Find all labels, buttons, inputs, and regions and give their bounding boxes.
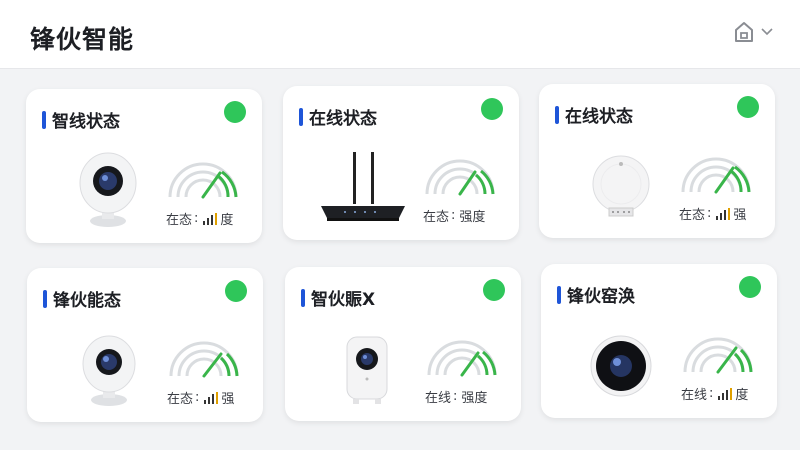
device-card[interactable]: 在线状态 在态: 强度 [283,86,519,240]
card-title: 在线状态 [555,102,633,127]
card-title: 锋伙能态 [43,286,121,311]
title-accent-bar [555,105,559,124]
status-value: 强 [733,208,747,223]
signal-gauge [169,341,239,378]
card-title: 在线状态 [299,104,377,129]
title-accent-bar [42,110,46,129]
chevron-down-icon [761,28,773,36]
signal-bars-icon [716,207,731,220]
home-icon [735,22,753,42]
page-title: 锋伙智能 [30,25,135,54]
connection-status: 在态: 强 [679,206,747,223]
card-title: 锋伙窑涣 [557,282,635,307]
connection-status: 在态: 度 [166,211,234,228]
status-value: 度 [735,388,749,403]
title-accent-bar [43,289,47,308]
status-label: 在线 [425,391,452,406]
status-label: 在态 [423,210,450,225]
status-value: 度 [220,213,234,228]
status-label: 在线 [681,388,708,403]
title-accent-bar [299,107,303,126]
signal-gauge [683,337,753,374]
title-accent-bar [301,288,305,307]
router-image [321,152,405,221]
status-value: 强度 [461,391,488,406]
camera-image [82,335,136,406]
card-title-text: 锋伙窑涣 [567,287,635,307]
online-status-dot [739,276,761,298]
app-header: 锋伙智能 [0,0,800,69]
camera-image [79,152,137,227]
device-card[interactable]: 锋伙能态 在态: 强 [27,268,263,422]
card-title-text: 在线状态 [565,107,633,127]
status-label: 在态 [167,392,194,407]
status-label: 在态 [166,213,193,228]
card-title: 智线状态 [42,107,120,132]
title-accent-bar [557,285,561,304]
signal-gauge [425,159,495,196]
sensor-image [592,155,650,217]
online-status-dot [483,279,505,301]
status-value: 强度 [459,210,486,225]
device-card[interactable]: 锋伙窑涣 在线: 度 [541,264,777,418]
status-value: 强 [221,392,235,407]
card-title-text: 智线状态 [52,112,120,132]
connection-status: 在态: 强 [167,390,235,407]
connection-status: 在线: 度 [681,386,749,403]
connection-status: 在线: 强度 [425,389,488,406]
card-title-text: 在线状态 [309,109,377,129]
device-card[interactable]: 智伙賑Ⅹ 在线: 强度 [285,267,521,421]
signal-bars-icon [203,212,218,225]
round-camera-image [590,335,652,397]
signal-bars-icon [718,387,733,400]
signal-gauge [427,340,497,377]
camera-box-image [346,336,388,404]
device-card[interactable]: 在线状态 在态: 强 [539,84,775,238]
connection-status: 在态: 强度 [423,208,486,225]
online-status-dot [481,98,503,120]
home-switch-button[interactable] [733,18,781,46]
card-title-text: 锋伙能态 [53,291,121,311]
signal-bars-icon [204,391,219,404]
online-status-dot [224,101,246,123]
status-label: 在态 [679,208,706,223]
online-status-dot [225,280,247,302]
card-title: 智伙賑Ⅹ [301,285,375,310]
online-status-dot [737,96,759,118]
signal-gauge [681,157,751,194]
card-title-text: 智伙賑Ⅹ [311,290,376,310]
device-card[interactable]: 智线状态 在态: 度 [26,89,262,243]
signal-gauge [168,162,238,199]
